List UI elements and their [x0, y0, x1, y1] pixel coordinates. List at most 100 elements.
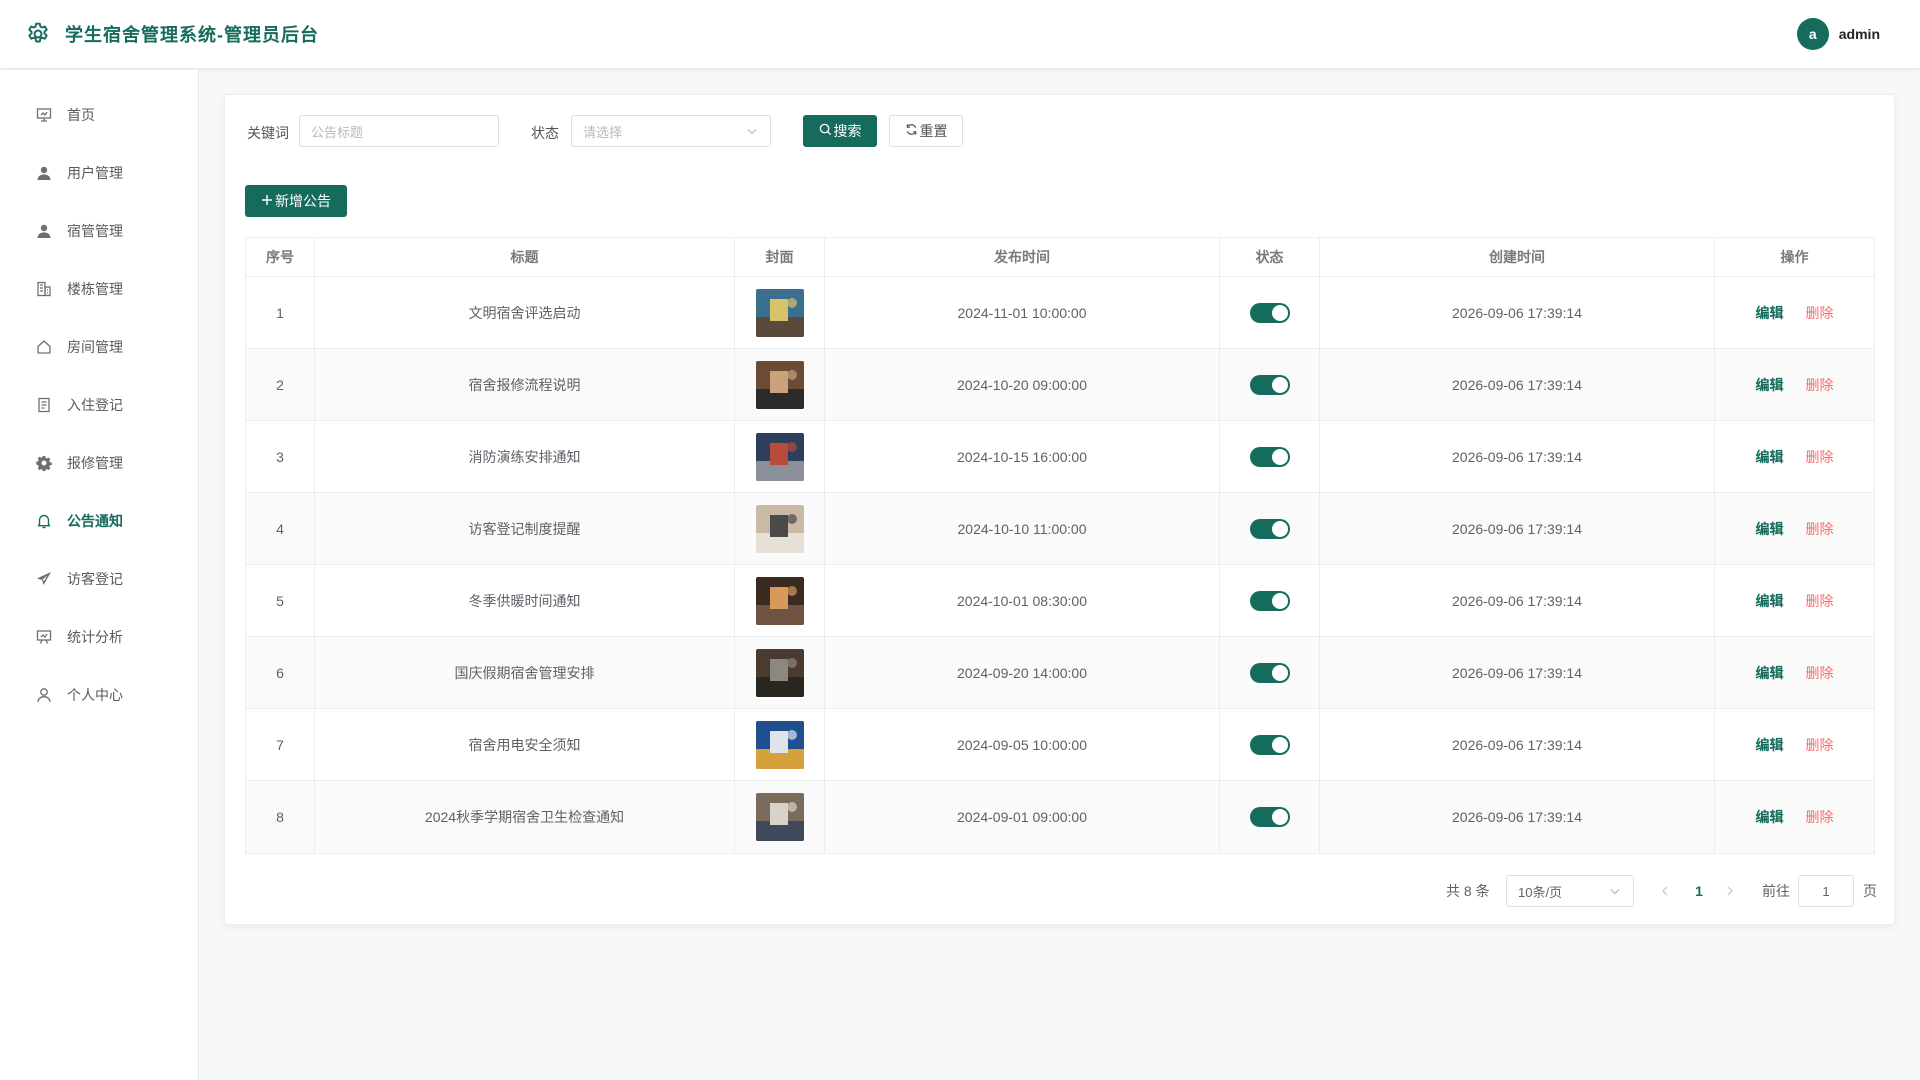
- sidebar-item-users[interactable]: 用户管理: [0, 149, 199, 197]
- cell-actions: 编辑 删除: [1715, 637, 1874, 708]
- cell-status: [1220, 493, 1320, 564]
- sidebar-item-label: 用户管理: [67, 165, 123, 181]
- table-row: 7 宿舍用电安全须知 2024-09-05 10:00:00 2026-09-06 1…: [246, 709, 1874, 781]
- sidebar-item-statistics[interactable]: 统计分析: [0, 613, 199, 661]
- cell-actions: 编辑 删除: [1715, 421, 1874, 492]
- delete-button[interactable]: 删除: [1806, 447, 1834, 467]
- next-page-icon[interactable]: [1723, 883, 1737, 899]
- status-toggle[interactable]: [1249, 734, 1290, 755]
- avatar[interactable]: a: [1796, 18, 1829, 50]
- cell-status: [1220, 637, 1320, 708]
- reset-button[interactable]: 重置: [889, 115, 963, 147]
- delete-button[interactable]: 删除: [1806, 735, 1834, 755]
- edit-button[interactable]: 编辑: [1756, 591, 1784, 611]
- user-menu[interactable]: a admin: [1796, 18, 1880, 50]
- plus-icon: [261, 193, 275, 209]
- edit-button[interactable]: 编辑: [1756, 447, 1784, 467]
- toggle-knob: [1271, 304, 1288, 321]
- cell-index: 8: [246, 781, 315, 853]
- reset-button-label: 重置: [919, 123, 948, 139]
- cell-cover: [735, 493, 825, 564]
- status-toggle[interactable]: [1249, 590, 1290, 611]
- cell-status: [1220, 565, 1320, 636]
- page-size-select[interactable]: 10条/页: [1506, 875, 1634, 907]
- search-button[interactable]: 搜索: [803, 115, 877, 147]
- column-header-actions: 操作: [1780, 249, 1809, 265]
- keyword-placeholder: 公告标题: [311, 124, 364, 140]
- status-toggle[interactable]: [1249, 518, 1290, 539]
- edit-button[interactable]: 编辑: [1756, 735, 1784, 755]
- column-header-cover: 封面: [735, 238, 825, 276]
- delete-button[interactable]: 删除: [1806, 375, 1834, 395]
- table-row: 4 访客登记制度提醒 2024-10-10 11:00:00 2026-09-06 1…: [246, 493, 1874, 565]
- cell-cover: [735, 709, 825, 780]
- edit-button[interactable]: 编辑: [1756, 303, 1784, 323]
- cell-title: 宿舍用电安全须知: [315, 709, 735, 780]
- status-toggle[interactable]: [1249, 807, 1290, 827]
- toggle-knob: [1271, 809, 1288, 825]
- username[interactable]: admin: [1839, 26, 1880, 42]
- edit-button[interactable]: 编辑: [1756, 663, 1784, 683]
- cell-cover: [735, 421, 825, 492]
- sidebar-item-home[interactable]: 首页: [0, 91, 199, 139]
- edit-button[interactable]: 编辑: [1756, 807, 1784, 827]
- sidebar-item-buildings[interactable]: 楼栋管理: [0, 265, 199, 313]
- cover-thumbnail[interactable]: [755, 793, 804, 841]
- sidebar-item-dorm-managers[interactable]: 宿管管理: [0, 207, 199, 255]
- table-row: 5 冬季供暖时间通知 2024-10-01 08:30:00 2026-09-06 1…: [246, 565, 1874, 637]
- table-header: 序号 标题 封面 发布时间 状态 创建时间 操作: [246, 238, 1874, 277]
- goto-page-input[interactable]: 1: [1798, 875, 1854, 907]
- top-header: 学生宿舍管理系统-管理员后台 a admin: [0, 0, 1920, 69]
- prev-page-icon[interactable]: [1658, 883, 1672, 899]
- sidebar-item-checkin[interactable]: 入住登记: [0, 381, 199, 429]
- delete-button[interactable]: 删除: [1806, 303, 1834, 323]
- sidebar-item-repairs[interactable]: 报修管理: [0, 439, 199, 487]
- status-toggle[interactable]: [1249, 446, 1290, 467]
- cell-publish-time: 2024-09-01 09:00:00: [825, 781, 1220, 853]
- sidebar-item-profile[interactable]: 个人中心: [0, 671, 199, 719]
- toggle-knob: [1271, 592, 1288, 609]
- add-notice-button[interactable]: 新增公告: [245, 185, 347, 217]
- edit-button[interactable]: 编辑: [1756, 375, 1784, 395]
- edit-button[interactable]: 编辑: [1756, 519, 1784, 539]
- sidebar-item-rooms[interactable]: 房间管理: [0, 323, 199, 371]
- table-row: 6 国庆假期宿舍管理安排 2024-09-20 14:00:00 2026-09-06…: [246, 637, 1874, 709]
- delete-button[interactable]: 删除: [1806, 663, 1834, 683]
- add-notice-label: 新增公告: [275, 193, 331, 209]
- cell-title: 2024秋季学期宿舍卫生检查通知: [315, 781, 735, 853]
- cell-title: 消防演练安排通知: [315, 421, 735, 492]
- cell-created-time: 2026-09-06 17:39:14: [1320, 565, 1715, 636]
- column-header-index: 序号: [246, 238, 315, 276]
- cell-created-time: 2026-09-06 17:39:14: [1320, 349, 1715, 420]
- column-header-status: 状态: [1220, 238, 1320, 276]
- cell-publish-time: 2024-10-01 08:30:00: [825, 565, 1220, 636]
- cell-publish-time: 2024-10-10 11:00:00: [825, 493, 1220, 564]
- cell-index: 4: [246, 493, 315, 564]
- cover-thumbnail[interactable]: [755, 648, 804, 697]
- status-select[interactable]: 请选择: [571, 115, 771, 147]
- keyword-input[interactable]: 公告标题: [299, 115, 499, 147]
- page-suffix-label: 页: [1863, 883, 1877, 899]
- status-toggle[interactable]: [1249, 662, 1290, 683]
- cell-title: 宿舍报修流程说明: [315, 349, 735, 420]
- cover-thumbnail[interactable]: [755, 720, 804, 769]
- status-toggle[interactable]: [1249, 374, 1290, 395]
- cover-thumbnail[interactable]: [755, 360, 804, 409]
- delete-button[interactable]: 删除: [1806, 591, 1834, 611]
- table-row: 2 宿舍报修流程说明 2024-10-20 09:00:00 2026-09-06 1…: [246, 349, 1874, 421]
- delete-button[interactable]: 删除: [1806, 807, 1834, 827]
- sidebar-item-visitors[interactable]: 访客登记: [0, 555, 199, 603]
- status-toggle[interactable]: [1249, 302, 1290, 323]
- cover-thumbnail[interactable]: [755, 288, 804, 337]
- cover-thumbnail[interactable]: [755, 432, 804, 481]
- cell-actions: 编辑 删除: [1715, 349, 1874, 420]
- cover-thumbnail[interactable]: [755, 504, 804, 553]
- cell-cover: [735, 781, 825, 853]
- cover-thumbnail[interactable]: [755, 576, 804, 625]
- page-number-current[interactable]: 1: [1689, 875, 1709, 907]
- brand: 学生宿舍管理系统-管理员后台: [25, 21, 319, 47]
- delete-button[interactable]: 删除: [1806, 519, 1834, 539]
- sidebar-item-notices[interactable]: 公告通知: [0, 497, 199, 545]
- cell-cover: [735, 277, 825, 348]
- search-icon: [819, 123, 834, 139]
